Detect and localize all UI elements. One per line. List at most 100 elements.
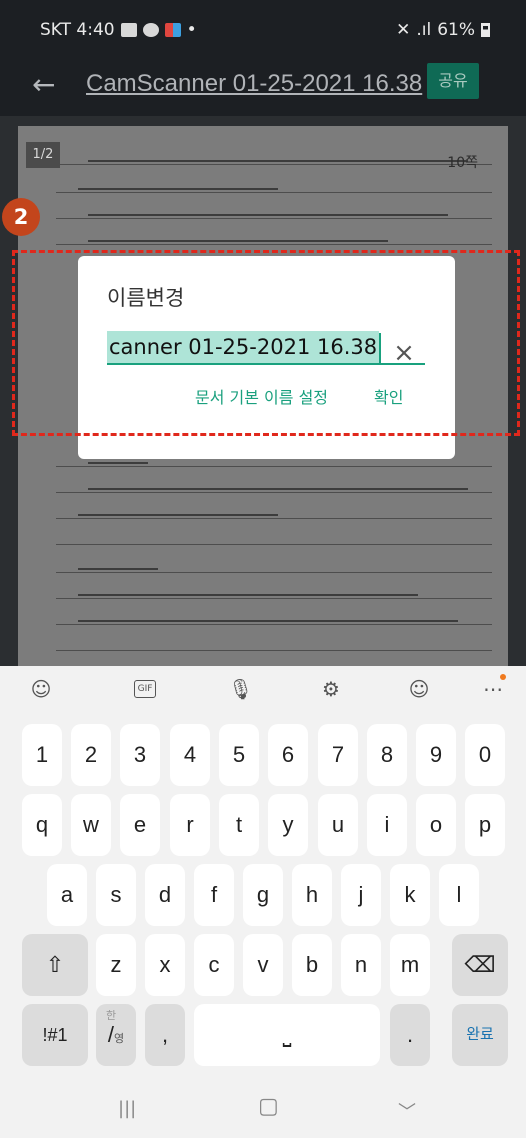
status-bar: SKT 4:40 • ✕ .ıl 61% [0, 0, 526, 56]
key[interactable]: r [170, 794, 210, 856]
notification-dot-icon: • [186, 20, 197, 40]
arrow-left-icon[interactable]: ← [32, 70, 64, 102]
handwriting [78, 514, 278, 516]
key[interactable]: v [243, 934, 283, 996]
period-key[interactable]: . [390, 1004, 430, 1066]
sticker-icon[interactable]: ☺ [30, 678, 52, 700]
notification-dot [500, 674, 506, 680]
handwriting [78, 620, 458, 622]
key[interactable]: a [47, 864, 87, 926]
key[interactable]: t [219, 794, 259, 856]
key[interactable]: n [341, 934, 381, 996]
space-key[interactable]: ⎵ [194, 1004, 380, 1066]
key[interactable]: q [22, 794, 62, 856]
key[interactable]: s [96, 864, 136, 926]
paper-line [56, 598, 492, 599]
app-icon [164, 23, 181, 37]
handwriting [88, 160, 468, 162]
page-indicator: 1/2 [26, 142, 60, 168]
battery-icon [481, 23, 490, 37]
key[interactable]: i [367, 794, 407, 856]
settings-icon[interactable]: ⚙ [320, 678, 342, 700]
comma-key[interactable]: , [145, 1004, 185, 1066]
key[interactable]: p [465, 794, 505, 856]
handwriting [78, 188, 278, 190]
key[interactable]: u [318, 794, 358, 856]
highlight-box [12, 250, 520, 436]
paper-line [56, 192, 492, 193]
key[interactable]: w [71, 794, 111, 856]
key[interactable]: 0 [465, 724, 505, 786]
handwriting [78, 568, 158, 570]
back-nav-icon[interactable]: ﹀ [398, 1098, 416, 1124]
recents-icon[interactable]: ||| [118, 1098, 136, 1119]
backspace-key[interactable]: ⌫ [452, 934, 508, 996]
soft-keyboard: ☺ GIF 🎙 ⚙ ☺ ⋯ 1 2 3 4 5 6 7 8 9 0 q w e … [0, 666, 526, 1138]
share-button[interactable]: 공유 [427, 63, 479, 99]
key[interactable]: e [120, 794, 160, 856]
done-key[interactable]: 완료 [452, 1004, 508, 1066]
document-title[interactable]: CamScanner 01-25-2021 16.38 [86, 70, 422, 98]
key[interactable]: b [292, 934, 332, 996]
key[interactable]: c [194, 934, 234, 996]
paper-line [56, 518, 492, 519]
gif-icon[interactable]: GIF [134, 680, 156, 698]
key[interactable]: y [268, 794, 308, 856]
key[interactable]: l [439, 864, 479, 926]
key[interactable]: x [145, 934, 185, 996]
handwriting [88, 214, 448, 216]
key[interactable]: 3 [120, 724, 160, 786]
gallery-icon [120, 23, 137, 37]
key[interactable]: m [390, 934, 430, 996]
key[interactable]: 2 [71, 724, 111, 786]
key[interactable]: k [390, 864, 430, 926]
key[interactable]: 6 [268, 724, 308, 786]
shift-key[interactable]: ⇧ [22, 934, 88, 996]
language-key-top: 한 [106, 1010, 117, 1022]
emoji-icon[interactable]: ☺ [408, 678, 430, 700]
symbols-key[interactable]: !#1 [22, 1004, 88, 1066]
chat-icon [142, 23, 159, 37]
key[interactable]: o [416, 794, 456, 856]
key[interactable]: h [292, 864, 332, 926]
paper-line [56, 466, 492, 467]
handwriting [88, 488, 468, 490]
status-right: ✕ .ıl 61% [396, 20, 490, 40]
microphone-icon[interactable]: 🎙 [228, 678, 253, 700]
paper-line [56, 492, 492, 493]
paper-line [56, 218, 492, 219]
key[interactable]: d [145, 864, 185, 926]
key[interactable]: f [194, 864, 234, 926]
keyboard-toolbar: ☺ GIF 🎙 ⚙ ☺ ⋯ [0, 666, 526, 714]
paper-line [56, 572, 492, 573]
paper-line [56, 244, 492, 245]
key[interactable]: 8 [367, 724, 407, 786]
paper-line [56, 624, 492, 625]
page-number: 10쪽 [447, 155, 478, 171]
carrier-time: SKT 4:40 [40, 20, 115, 40]
paper-line [56, 650, 492, 651]
paper-line [56, 164, 492, 165]
key[interactable]: 5 [219, 724, 259, 786]
more-icon[interactable]: ⋯ [482, 674, 506, 700]
language-key[interactable]: 한 /영 [96, 1004, 136, 1066]
step-badge: 2 [2, 198, 40, 236]
mute-icon: ✕ [396, 20, 411, 40]
battery-level: 61% [437, 20, 475, 40]
key[interactable]: 1 [22, 724, 62, 786]
key[interactable]: j [341, 864, 381, 926]
language-key-bottom: 영 [114, 1033, 125, 1045]
handwriting [88, 462, 148, 464]
signal-icon: .ıl [416, 20, 432, 40]
app-header: ← CamScanner 01-25-2021 16.38 공유 [0, 56, 526, 116]
key[interactable]: g [243, 864, 283, 926]
home-icon[interactable]: ▢ [258, 1094, 279, 1119]
key[interactable]: 4 [170, 724, 210, 786]
navigation-bar: ||| ▢ ﹀ [0, 1082, 526, 1138]
key[interactable]: 7 [318, 724, 358, 786]
key[interactable]: z [96, 934, 136, 996]
handwriting [78, 594, 418, 596]
key[interactable]: 9 [416, 724, 456, 786]
paper-line [56, 544, 492, 545]
handwriting [88, 240, 388, 242]
